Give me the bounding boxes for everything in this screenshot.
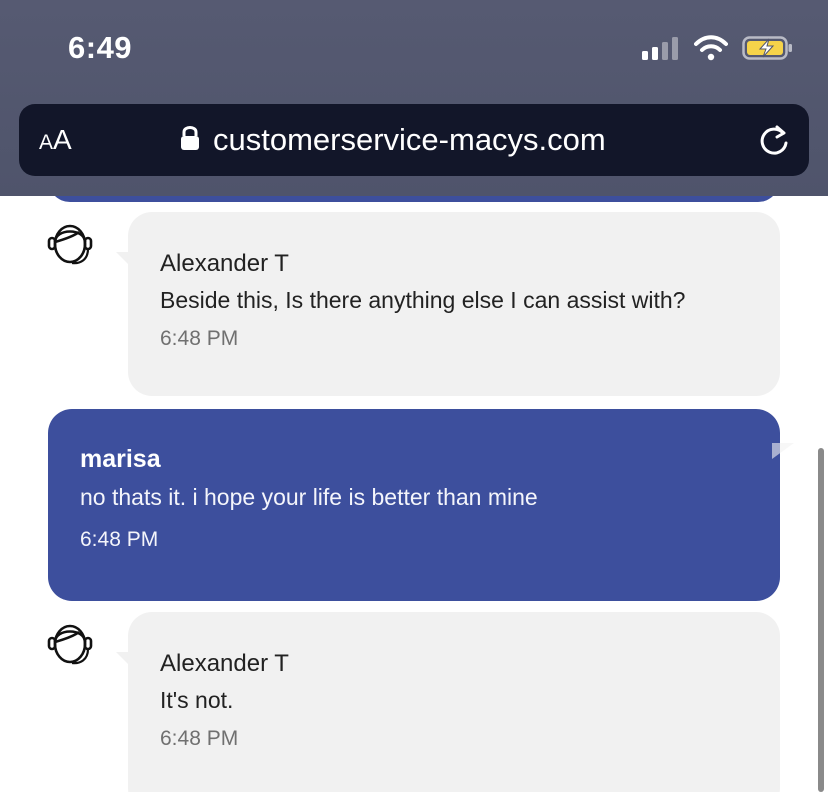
battery-charging-icon (742, 35, 794, 66)
lock-icon (179, 124, 201, 157)
browser-top-bar: 6:49 AA customerservice-macys.com (0, 0, 828, 196)
message-time: 6:48 PM (80, 528, 159, 551)
message-text: Beside this, Is there anything else I ca… (160, 287, 686, 313)
agent-message-bubble: Alexander T Beside this, Is there anythi… (116, 212, 780, 396)
signal-icon (642, 36, 680, 65)
chat-screen: Alexander T Beside this, Is there anythi… (0, 0, 828, 792)
agent-message-bubble: Alexander T It's not. 6:48 PM (116, 612, 780, 792)
message-text: It's not. (160, 687, 234, 713)
message-text: no thats it. i hope your life is better … (80, 484, 538, 510)
status-time: 6:49 (68, 30, 133, 65)
user-message-bubble: marisa no thats it. i hope your life is … (48, 409, 794, 601)
agent-avatar-icon (44, 616, 96, 668)
text-size-large-label: A (53, 124, 72, 155)
text-size-small-label: A (39, 131, 54, 154)
message-sender: marisa (80, 445, 161, 473)
reload-icon[interactable] (757, 124, 791, 158)
scrollbar[interactable] (818, 448, 824, 792)
message-sender: Alexander T (160, 250, 289, 277)
url-display[interactable]: customerservice-macys.com (179, 122, 606, 158)
agent-avatar-icon (44, 216, 96, 268)
message-sender: Alexander T (160, 650, 289, 677)
address-bar[interactable]: AA customerservice-macys.com (19, 104, 809, 176)
status-icons (642, 34, 794, 66)
wifi-icon (694, 34, 728, 66)
message-time: 6:48 PM (160, 727, 239, 750)
url-text: customerservice-macys.com (213, 122, 606, 157)
text-size-button[interactable]: AA (39, 124, 72, 159)
message-time: 6:48 PM (160, 327, 239, 350)
